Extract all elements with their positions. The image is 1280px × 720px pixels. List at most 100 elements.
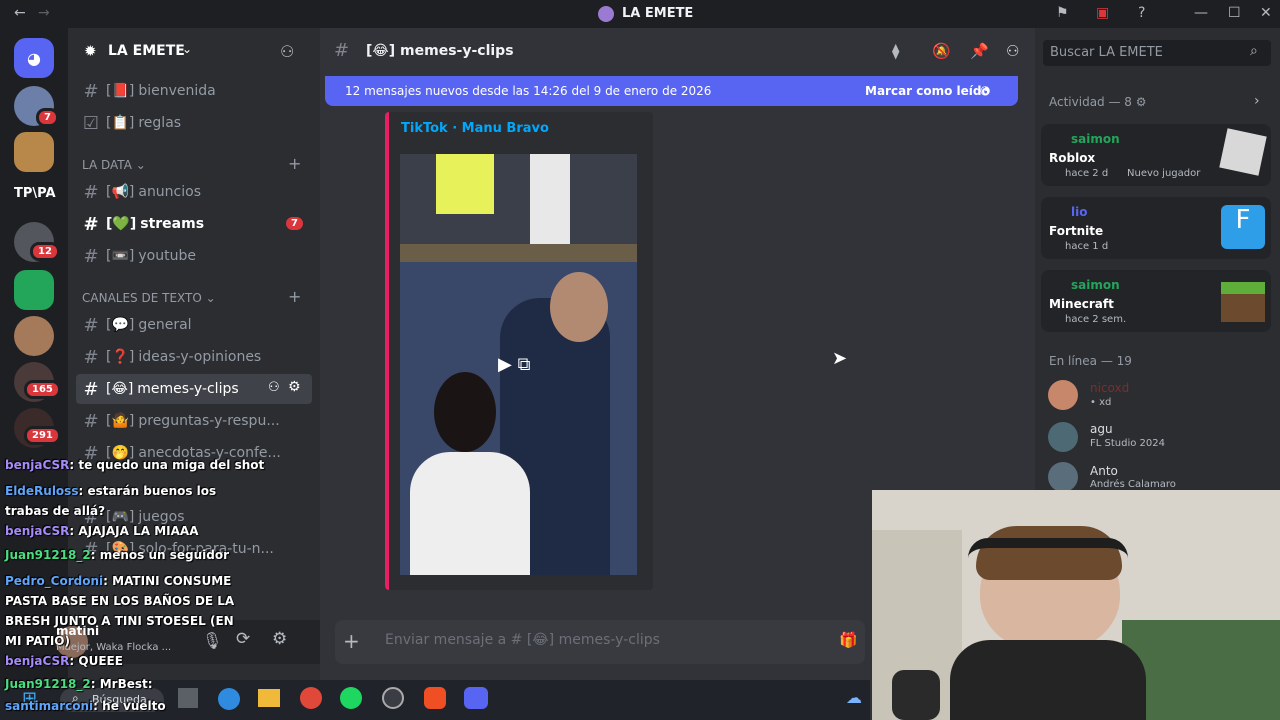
channel-emoji: [💚] [106, 216, 137, 232]
hash-icon: # [83, 378, 99, 400]
back-arrow-icon[interactable]: ← [14, 5, 26, 21]
brave-icon[interactable] [424, 687, 446, 709]
invite-icon[interactable]: ⚇ [268, 380, 280, 395]
flag-icon[interactable]: ⚑ [1056, 5, 1069, 21]
discord-home-icon[interactable]: ◕ [14, 38, 54, 78]
member-avatar [1048, 462, 1078, 492]
fortnite-icon: F [1221, 205, 1265, 249]
server-badge: 291 [24, 426, 61, 445]
new-messages-text: 12 mensajes nuevos desde las 14:26 del 9… [345, 84, 712, 98]
channel-reglas[interactable]: ☑ [📋] reglas [76, 108, 312, 138]
channel-memes-y-clips[interactable]: # [😂] memes-y-clips ⚇ ⚙ [76, 374, 312, 404]
discord-taskbar-icon[interactable] [464, 687, 488, 709]
activity-game: Roblox [1049, 151, 1096, 165]
channel-name: anuncios [138, 184, 202, 200]
maximize-icon[interactable]: ☐ [1228, 5, 1241, 21]
channel-name: streams [140, 216, 205, 232]
mark-read-button[interactable]: Marcar como leído [865, 84, 990, 98]
play-icon[interactable]: ▶ ⧉ [498, 354, 530, 375]
message-input[interactable]: Enviar mensaje a # [😂] memes-y-clips [385, 632, 660, 648]
gear-icon: ✹ [84, 42, 97, 60]
channel-ideas-y-opiniones[interactable]: # [❓] ideas-y-opiniones [76, 342, 312, 372]
member-row[interactable]: Anto Andrés Calamaro [1048, 462, 1272, 492]
activity-time: hace 2 sem. [1065, 314, 1127, 325]
embed-provider[interactable]: TikTok · Manu Bravo [401, 121, 549, 136]
server-avatar[interactable] [14, 132, 54, 172]
settings-icon[interactable]: ⚙ [288, 379, 301, 395]
coach-head [550, 272, 608, 342]
app-icon[interactable] [382, 687, 404, 709]
user-settings-icon[interactable]: ⚙ [272, 629, 287, 649]
server-header[interactable]: ✹ LA EMETE ⌄ ⚇ [68, 36, 320, 68]
activity-game: Minecraft [1049, 297, 1114, 311]
activity-card[interactable]: saimon Roblox hace 2 d Nuevo jugador [1041, 124, 1271, 186]
help-icon[interactable]: ? [1138, 5, 1145, 21]
close-icon[interactable]: ✕ [1260, 5, 1272, 21]
pin-icon[interactable]: 📌 [970, 42, 989, 60]
channel-general[interactable]: # [💬] general [76, 310, 312, 340]
channel-name: reglas [138, 115, 182, 131]
server-avatar[interactable] [14, 316, 54, 356]
server-folder-label[interactable]: TP\PA [14, 186, 56, 201]
screen-share-icon[interactable]: ▣ [1096, 5, 1109, 21]
channel-emoji: [💬] [106, 317, 135, 333]
add-attachment-icon[interactable]: + [343, 629, 360, 653]
category-la-data[interactable]: LA DATA ⌄ [82, 158, 146, 172]
channel-streams[interactable]: # [💚] streams 7 [76, 209, 312, 239]
activity-card[interactable]: lio Fortnite hace 1 d F [1041, 197, 1271, 259]
member-list-icon[interactable]: ⚇ [1006, 42, 1019, 60]
server-avatar[interactable] [14, 270, 54, 310]
member-name: Anto [1090, 464, 1118, 478]
channel-name: general [138, 317, 192, 333]
edge-icon[interactable] [218, 688, 240, 710]
chat-message: Juan91218_2: menos un seguidor [5, 548, 229, 562]
online-header: En línea — 19 [1049, 354, 1132, 368]
channel-title: [😂] memes-y-clips [366, 43, 514, 59]
add-channel-icon[interactable]: + [288, 287, 301, 306]
activity-card[interactable]: saimon Minecraft hace 2 sem. [1041, 270, 1271, 332]
stadium-crowd [400, 244, 637, 262]
chat-message: santimarconi: he vuelto [5, 699, 166, 713]
forward-arrow-icon[interactable]: → [38, 5, 50, 21]
category-canales-de-texto[interactable]: CANALES DE TEXTO ⌄ [82, 291, 216, 305]
channel-youtube[interactable]: # [📼] youtube [76, 241, 312, 271]
channel-emoji: [📋] [106, 115, 135, 131]
channel-emoji: [📢] [106, 184, 135, 200]
task-view-icon[interactable] [178, 688, 198, 708]
channel-anuncios[interactable]: # [📢] anuncios [76, 177, 312, 207]
spotify-icon[interactable] [340, 687, 362, 709]
chat-user: Juan91218_2 [5, 548, 91, 562]
channel-preguntas[interactable]: # [🤷] preguntas-y-respu... [76, 406, 312, 436]
mark-read-icon: ◔ [980, 83, 991, 97]
onedrive-icon[interactable]: ☁ [846, 688, 862, 707]
add-channel-icon[interactable]: + [288, 154, 301, 173]
minimize-icon[interactable]: — [1194, 5, 1208, 21]
chat-user: Pedro_Cordoni [5, 574, 104, 588]
member-row[interactable]: nicoxd • xd [1048, 380, 1272, 410]
microphone-stand [892, 670, 940, 720]
channel-emoji: [❓] [106, 349, 135, 365]
activity-time: hace 1 d [1065, 241, 1109, 252]
chat-message: EldeRuloss: estarán buenos los trabas de… [5, 481, 245, 521]
channel-bienvenida[interactable]: # [📕] bienvenida [76, 76, 312, 106]
rules-icon: ☑ [82, 112, 100, 134]
channel-name: youtube [138, 248, 196, 264]
invite-user-icon[interactable]: ⚇ [280, 42, 294, 61]
hash-icon: # [83, 181, 99, 203]
unread-badge: 7 [286, 217, 303, 230]
gift-icon[interactable]: 🎁 [839, 631, 858, 649]
video-thumbnail[interactable]: ▶ ⧉ [400, 154, 637, 575]
channel-emoji: [📼] [106, 248, 135, 264]
notifications-icon[interactable]: 🔕 [932, 42, 951, 60]
search-box[interactable]: Buscar LA EMETE ⌕ [1043, 40, 1271, 66]
chrome-icon[interactable] [300, 687, 322, 709]
threads-icon[interactable]: ⧫ [892, 42, 899, 60]
search-icon[interactable]: ⌕ [1250, 43, 1258, 59]
new-messages-banner[interactable]: 12 mensajes nuevos desde las 14:26 del 9… [325, 76, 1018, 106]
member-row[interactable]: agu FL Studio 2024 [1048, 422, 1272, 452]
search-input[interactable]: Buscar LA EMETE [1050, 45, 1163, 60]
chevron-right-icon[interactable]: › [1254, 93, 1260, 109]
message-composer[interactable]: + Enviar mensaje a # [😂] memes-y-clips 🎁 [335, 620, 865, 664]
member-avatar [1048, 380, 1078, 410]
file-explorer-icon[interactable] [258, 689, 280, 707]
